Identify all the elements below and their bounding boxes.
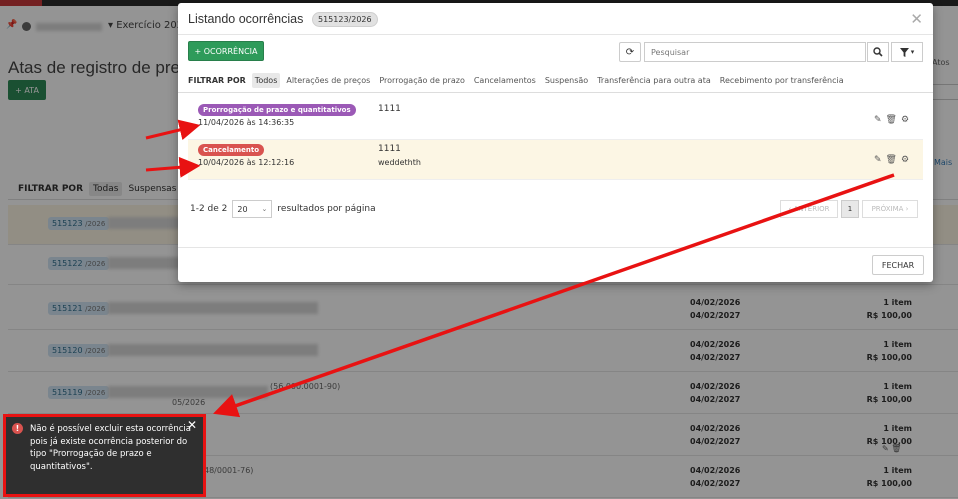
occurrence-actions: ✎ 🗑 ⚙ (874, 155, 909, 165)
tab-alteracoes-precos[interactable]: Alterações de preços (283, 73, 373, 88)
modal-header: Listando ocorrências 515123/2026 ✕ (178, 3, 933, 35)
edit-icon[interactable]: ✎ (874, 115, 882, 125)
chevron-down-icon: ⌄ (261, 205, 268, 213)
next-page-button[interactable]: PRÓXIMA › (862, 200, 918, 218)
occurrence-description: weddethth (378, 158, 421, 167)
tab-suspensao[interactable]: Suspensão (542, 73, 591, 88)
tab-cancelamentos[interactable]: Cancelamentos (471, 73, 539, 88)
per-page-select[interactable]: 20 ⌄ (232, 200, 273, 218)
tab-prorrogacao-prazo[interactable]: Prorrogação de prazo (376, 73, 467, 88)
gears-icon[interactable]: ⚙ (901, 155, 909, 165)
search-button[interactable] (867, 42, 889, 62)
trash-icon[interactable]: 🗑 (886, 115, 897, 125)
occurrence-row[interactable]: Prorrogação de prazo e quantitativos 11/… (188, 100, 923, 140)
per-page-value: 20 (237, 204, 248, 214)
prev-label: ANTERIOR (793, 205, 830, 213)
page-button-current[interactable]: 1 (841, 200, 859, 218)
tab-recebimento-transferencia[interactable]: Recebimento por transferência (717, 73, 847, 88)
filter-icon (899, 47, 909, 57)
filter-label: FILTRAR POR (188, 76, 246, 85)
occurrences-modal: Listando ocorrências 515123/2026 ✕ + OCO… (178, 3, 933, 282)
pagination: ‹ ANTERIOR 1 PRÓXIMA › (780, 200, 918, 218)
prev-page-button[interactable]: ‹ ANTERIOR (780, 200, 838, 218)
close-icon[interactable]: ✕ (910, 10, 923, 28)
occurrence-type-badge: Prorrogação de prazo e quantitativos (198, 104, 356, 116)
search-icon (873, 47, 883, 57)
refresh-button[interactable]: ⟳ (619, 42, 641, 62)
occurrence-filter-bar: FILTRAR POR Todos Alterações de preços P… (178, 69, 933, 93)
occurrence-date: 11/04/2026 às 14:36:35 (198, 118, 295, 127)
filter-dropdown-button[interactable]: ▾ (891, 42, 923, 62)
toast-message: Não é possível excluir esta ocorrência p… (30, 424, 191, 472)
chevron-down-icon: ▾ (910, 48, 915, 56)
error-icon: ! (12, 423, 23, 434)
trash-icon[interactable]: 🗑 (886, 155, 897, 165)
new-occurrence-button[interactable]: + OCORRÊNCIA (188, 41, 264, 61)
modal-footer-divider (178, 247, 933, 248)
occurrence-type-badge: Cancelamento (198, 144, 265, 156)
edit-icon[interactable]: ✎ (874, 155, 882, 165)
tab-todos[interactable]: Todos (251, 73, 281, 88)
occurrence-date: 10/04/2026 às 12:12:16 (198, 158, 295, 167)
result-range: 1-2 de 2 (190, 204, 228, 214)
per-page-label: resultados por página (277, 204, 376, 214)
occurrence-row[interactable]: Cancelamento 10/04/2026 às 12:12:16 1111… (188, 140, 923, 180)
occurrence-number: 1111 (378, 104, 401, 114)
search-input[interactable] (644, 42, 866, 62)
close-button[interactable]: FECHAR (872, 255, 924, 275)
occurrence-number: 1111 (378, 144, 401, 154)
chevron-right-icon: › (903, 205, 909, 213)
gears-icon[interactable]: ⚙ (901, 115, 909, 125)
refresh-icon: ⟳ (625, 46, 635, 58)
next-label: PRÓXIMA (871, 205, 904, 213)
modal-title: Listando ocorrências (188, 12, 304, 26)
tab-transferencia-outra-ata[interactable]: Transferência para outra ata (594, 73, 714, 88)
error-toast: ! ✕ Não é possível excluir esta ocorrênc… (6, 417, 203, 494)
pagination-info: 1-2 de 2 20 ⌄ resultados por página (190, 200, 376, 218)
occurrence-actions: ✎ 🗑 ⚙ (874, 115, 909, 125)
ata-number-badge: 515123/2026 (312, 12, 378, 27)
